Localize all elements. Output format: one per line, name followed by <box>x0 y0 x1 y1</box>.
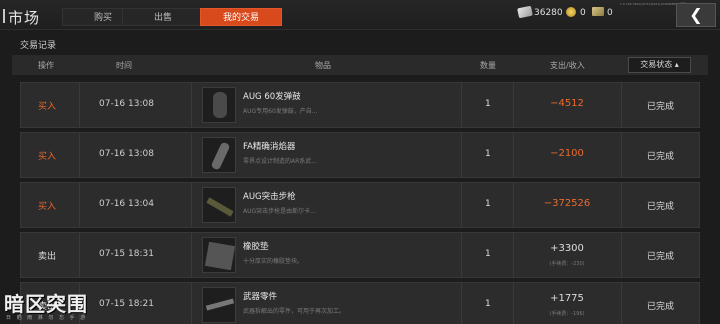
trade-time: 07-16 13:04 <box>99 199 154 209</box>
rubber-pad-icon <box>202 237 236 273</box>
weapon-parts-icon <box>202 287 236 323</box>
cell-divider <box>461 233 462 277</box>
chevron-up-icon: ▴ <box>674 60 679 69</box>
tab-sell[interactable]: 出售 <box>122 8 204 26</box>
cell-divider <box>191 133 192 177</box>
bill-icon <box>592 7 604 16</box>
item-name: AUG突击步枪 <box>243 192 296 202</box>
item-description: 武器拆解出的零件，可用于再次加工。 <box>243 308 346 315</box>
trade-status: 已完成 <box>647 202 675 212</box>
item-name: 武器零件 <box>243 292 278 302</box>
trade-type: 买入 <box>38 202 57 212</box>
tab-my-trades[interactable]: 我的交易 <box>200 8 282 26</box>
trade-type: 卖出 <box>38 252 57 262</box>
magazine-icon <box>202 87 236 123</box>
trade-row[interactable]: 卖出 07-15 18:21 武器零件 武器拆解出的零件，可用于再次加工。 1 +1775… <box>20 282 700 324</box>
column-qty: 数量 <box>480 61 496 70</box>
item-glyph <box>210 141 231 171</box>
item-quantity: 1 <box>485 199 491 209</box>
item-glyph <box>205 298 235 311</box>
cell-divider <box>191 283 192 324</box>
trade-row[interactable]: 卖出 07-15 18:31 橡胶垫十分厚实的橡胶垫块。 1 +3300 (手续费：-23… <box>20 232 700 278</box>
cell-divider <box>191 233 192 277</box>
trade-time: 07-16 13:08 <box>99 149 154 159</box>
trade-amount: −4512 <box>550 98 584 109</box>
trade-fee: (手续费：-196) <box>549 311 585 317</box>
gold-coin-icon <box>566 7 576 17</box>
cell-divider <box>461 183 462 227</box>
item-quantity: 1 <box>485 299 491 309</box>
cell-divider <box>191 183 192 227</box>
gold-balance: 0 <box>580 8 586 18</box>
cell-divider <box>191 83 192 127</box>
item-description: AUG突击步枪是由斯尔卡... <box>243 208 316 215</box>
trade-amount: +3300 <box>550 243 584 254</box>
cell-divider <box>621 83 622 127</box>
cell-divider <box>461 83 462 127</box>
trade-status: 已完成 <box>647 152 675 162</box>
cash-icon <box>517 5 533 19</box>
logo-subtitle: 日 晒 雨 淋 勿 忘 手 游 <box>6 315 88 321</box>
status-sort-label: 交易状态 <box>640 60 673 69</box>
item-name: 橡胶垫 <box>243 242 269 252</box>
trade-row[interactable]: 买入 07-16 13:08 AUG 60发弹鼓 AUG专用60发弹鼓，产自... 1 −… <box>20 82 700 128</box>
item-description: AUG专用60发弹鼓，产自... <box>243 108 318 115</box>
bill-balance: 0 <box>607 8 613 18</box>
cell-divider <box>79 233 80 277</box>
trade-time: 07-16 13:08 <box>99 99 154 109</box>
trade-fee: (手续费：-230) <box>549 261 585 267</box>
cell-divider <box>461 283 462 324</box>
trade-amount: −2100 <box>550 148 584 159</box>
cell-divider <box>513 233 514 277</box>
logo-text: 暗区突围 <box>4 292 88 316</box>
item-description: 十分厚实的橡胶垫块。 <box>243 258 304 265</box>
cell-divider <box>621 183 622 227</box>
column-time: 时间 <box>116 61 132 70</box>
flash-hider-icon <box>202 137 236 173</box>
page-title: 市场 <box>2 9 41 27</box>
item-name: AUG 60发弹鼓 <box>243 92 301 102</box>
trade-row[interactable]: 买入 07-16 13:04 AUG突击步枪 AUG突击步枪是由斯尔卡... 1 −372… <box>20 182 700 228</box>
cell-divider <box>79 133 80 177</box>
trade-row[interactable]: 买入 07-16 13:08 FA精确消焰器零界点设计制造的AR系武... 1 −210… <box>20 132 700 178</box>
trade-amount: +1775 <box>550 293 584 304</box>
trade-type: 买入 <box>38 102 57 112</box>
game-logo: 暗区突围 日 晒 雨 淋 勿 忘 手 游 <box>4 288 108 324</box>
trade-type: 买入 <box>38 152 57 162</box>
chevron-left-icon: ❮ <box>689 5 703 24</box>
item-glyph <box>206 197 234 217</box>
column-amount: 支出/收入 <box>550 61 585 70</box>
item-quantity: 1 <box>485 249 491 259</box>
item-quantity: 1 <box>485 149 491 159</box>
cell-divider <box>621 133 622 177</box>
cell-divider <box>79 83 80 127</box>
top-bar: 市场 购买 出售 我的交易 36280 0 0 1.0.718.79021|07… <box>0 0 720 30</box>
cell-divider <box>621 283 622 324</box>
trade-status: 已完成 <box>647 252 675 262</box>
cell-divider <box>79 183 80 227</box>
column-op: 操作 <box>38 61 54 70</box>
item-glyph <box>213 92 227 118</box>
item-name: FA精确消焰器 <box>243 142 296 152</box>
section-title: 交易记录 <box>20 41 57 51</box>
item-description: 零界点设计制造的AR系武... <box>243 158 317 165</box>
status-sort-button[interactable]: 交易状态 ▴ <box>628 57 691 73</box>
trade-amount: −372526 <box>543 198 591 209</box>
trade-status: 已完成 <box>647 102 675 112</box>
trade-time: 07-15 18:31 <box>99 249 154 259</box>
cell-divider <box>621 233 622 277</box>
cash-balance: 36280 <box>534 8 563 18</box>
rifle-icon <box>202 187 236 223</box>
item-glyph <box>204 241 236 271</box>
item-quantity: 1 <box>485 99 491 109</box>
column-item: 物品 <box>315 61 331 70</box>
trade-status: 已完成 <box>647 302 675 312</box>
table-header: 操作 时间 物品 数量 支出/收入 <box>12 55 708 75</box>
cell-divider <box>461 133 462 177</box>
back-button[interactable]: ❮ <box>676 3 716 27</box>
